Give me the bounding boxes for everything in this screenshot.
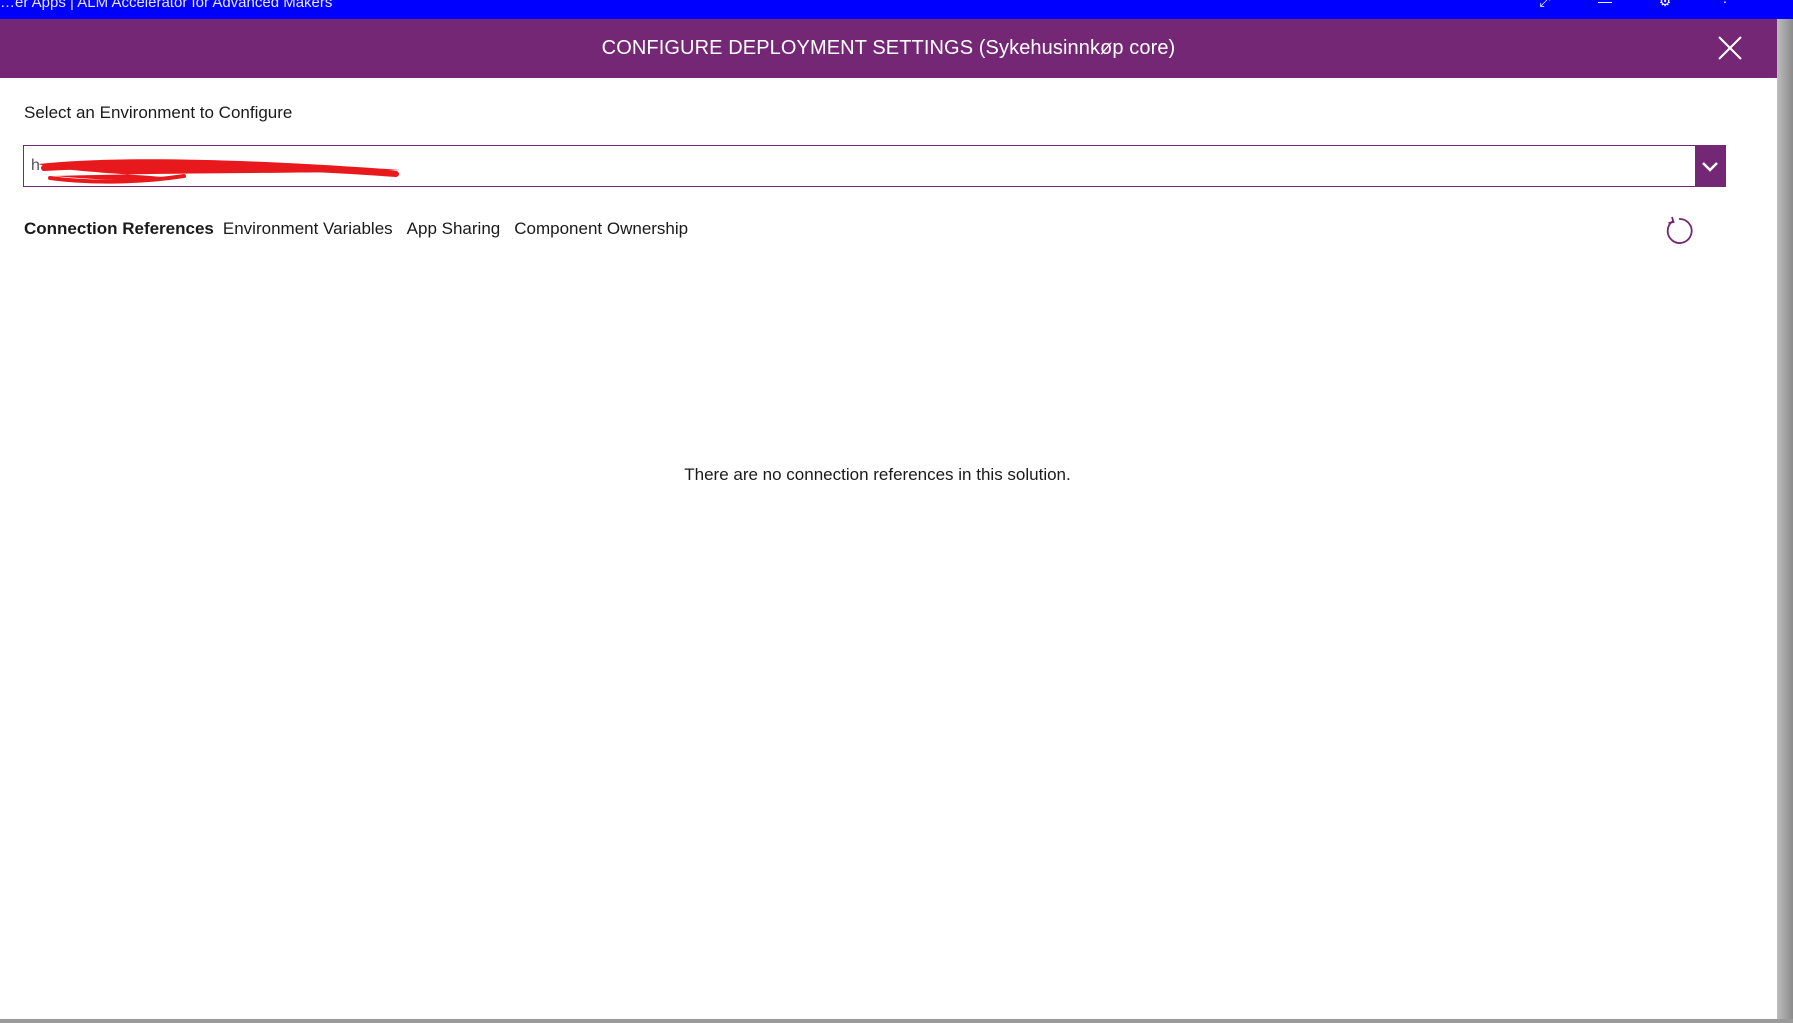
tab-environment-variables[interactable]: Environment Variables (223, 219, 393, 239)
close-button[interactable] (1715, 33, 1745, 63)
window-titlebar: …er Apps | ALM Accelerator for Advanced … (0, 0, 1793, 19)
minimize-icon[interactable]: — (1597, 0, 1613, 10)
more-icon[interactable]: · (1717, 0, 1733, 10)
dialog-body: Select an Environment to Configure h Con… (0, 78, 1777, 1023)
window-bottom-edge (0, 1019, 1793, 1023)
refresh-icon (1666, 216, 1693, 244)
tab-app-sharing[interactable]: App Sharing (407, 219, 501, 239)
tab-component-ownership[interactable]: Component Ownership (514, 219, 688, 239)
dialog-header: CONFIGURE DEPLOYMENT SETTINGS (Sykehusin… (0, 19, 1777, 78)
dialog-edge (1777, 19, 1793, 1023)
window-title: …er Apps | ALM Accelerator for Advanced … (0, 0, 333, 11)
close-icon (1718, 36, 1742, 60)
environment-dropdown-button[interactable] (1695, 146, 1725, 186)
dialog-title: CONFIGURE DEPLOYMENT SETTINGS (Sykehusin… (601, 37, 1176, 59)
tab-connection-references[interactable]: Connection References (24, 219, 214, 239)
redaction-mark (38, 159, 400, 184)
settings-icon[interactable]: ⚙ (1657, 0, 1673, 10)
chevron-down-icon (1702, 162, 1718, 172)
refresh-button[interactable] (1663, 215, 1693, 245)
window-controls: ⤢ — ⚙ · (1537, 0, 1733, 10)
settings-tabs: Connection References Environment Variab… (24, 219, 702, 239)
restore-icon[interactable]: ⤢ (1537, 0, 1553, 10)
empty-state-message: There are no connection references in th… (684, 465, 1071, 484)
environment-label: Select an Environment to Configure (24, 103, 293, 122)
environment-select[interactable]: h (23, 145, 1726, 187)
